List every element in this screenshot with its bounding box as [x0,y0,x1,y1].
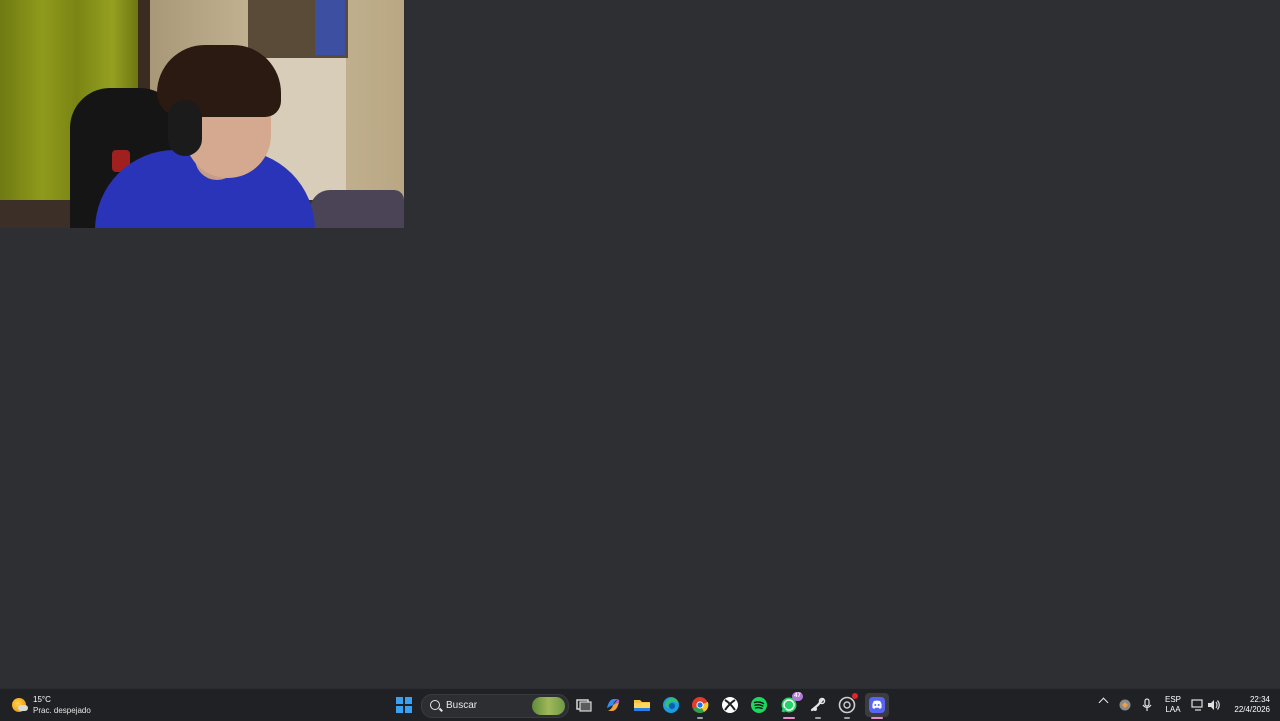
language-line-2: LAA [1165,705,1181,714]
chrome-icon[interactable] [690,695,710,719]
whatsapp-running-indicator [783,717,795,719]
weather-widget[interactable]: 15°C Prac. despejado [10,693,110,719]
steam-icon[interactable] [808,695,828,719]
folder-icon[interactable] [632,695,652,715]
volume-icon[interactable] [1205,696,1223,714]
recording-app-icon[interactable] [837,693,858,719]
clock-date: 22/4/2026 [1234,705,1270,714]
weather-temperature: 15°C [33,695,51,704]
headset-icon [168,100,202,156]
steam-running-indicator [815,717,821,719]
language-indicator[interactable]: ESP LAA [1163,695,1183,715]
task-view-icon[interactable] [574,695,594,715]
edge-icon[interactable] [661,695,681,715]
search-icon [430,700,440,710]
webcam-bag [310,190,404,228]
copilot-icon[interactable] [603,695,623,715]
windows-start-icon[interactable] [396,697,412,713]
webcam-feed [0,0,404,228]
tray-app-icon[interactable] [1116,696,1134,714]
weather-cloud-icon [18,705,28,711]
recording-running-indicator [844,717,850,719]
chrome-running-indicator [697,717,703,719]
language-line-1: ESP [1164,695,1181,704]
spotify-icon[interactable] [749,695,769,715]
webcam-poster [315,0,345,55]
taskbar-search-box[interactable]: Buscar [421,694,569,718]
discord-running-indicator [871,717,883,719]
search-highlight-image [532,697,565,715]
whatsapp-icon[interactable]: 47 [779,692,803,719]
search-placeholder: Buscar [446,700,478,711]
xbox-icon[interactable] [720,695,740,715]
chevron-up-icon[interactable] [1098,697,1109,708]
taskbar: 15°C Prac. despejado Buscar 47 ESP LAA 2… [0,688,1280,721]
recording-indicator-icon [852,693,858,699]
system-clock[interactable]: 22:34 22/4/2026 [1226,695,1270,715]
clock-time: 22:34 [1249,695,1270,704]
discord-icon[interactable] [865,693,889,719]
microphone-icon[interactable] [1138,696,1156,714]
weather-condition: Prac. despejado [33,706,91,715]
whatsapp-notification-badge: 47 [792,692,803,701]
